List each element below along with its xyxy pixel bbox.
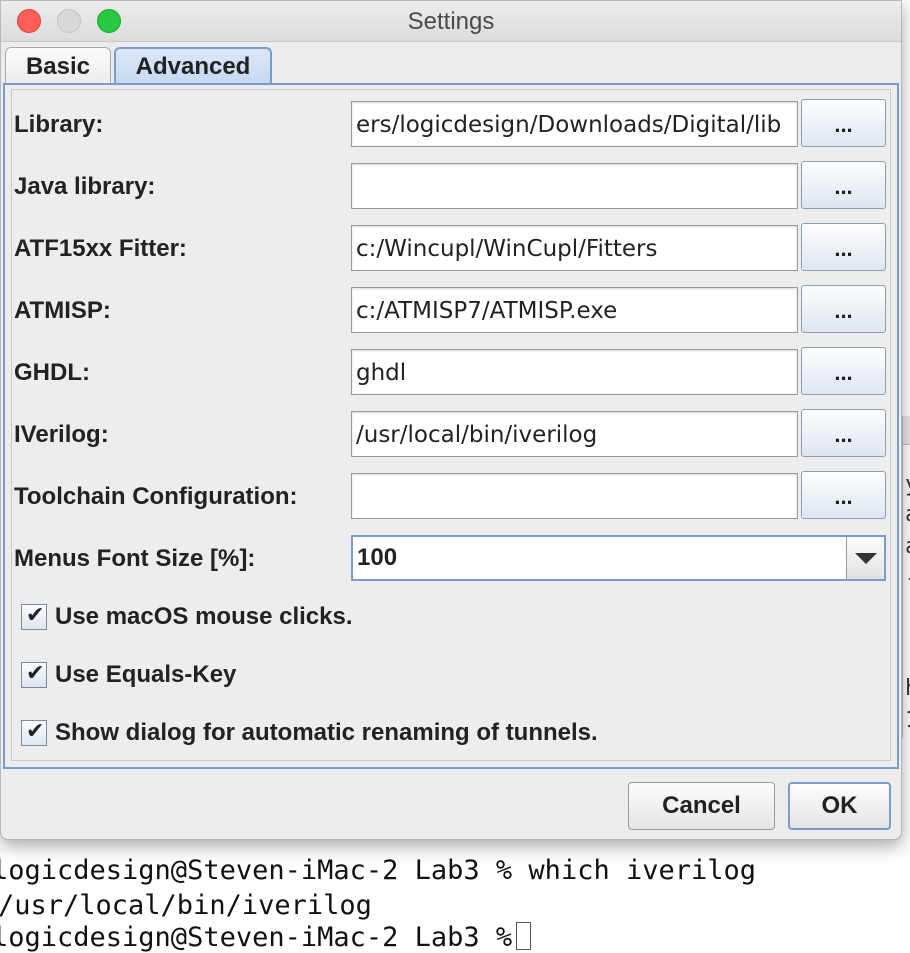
background-text-fragment: a (905, 534, 910, 559)
iverilog-label: IVerilog: (14, 421, 109, 448)
atmisp-field[interactable]: c:/ATMISP7/ATMISP.exe (351, 287, 798, 333)
cancel-button[interactable]: Cancel (628, 782, 775, 830)
window-title: Settings (407, 8, 495, 35)
menus-font-size-combobox[interactable]: 100 (351, 535, 886, 581)
ghdl-browse-button[interactable]: ... (801, 347, 886, 395)
toolchain-configuration-label: Toolchain Configuration: (14, 483, 298, 510)
atf15xx-fitter-browse-button[interactable]: ... (801, 223, 886, 271)
terminal-line-command: logicdesign@Steven-iMac-2 Lab3 % which i… (0, 855, 757, 886)
java-library-field[interactable] (351, 163, 798, 209)
background-text-fragment: a (905, 502, 910, 527)
background-text-fragment: - (905, 566, 910, 591)
tab-basic[interactable]: Basic (5, 47, 111, 85)
tunnel-rename-dialog-option[interactable]: ✔ Show dialog for automatic renaming of … (21, 719, 598, 747)
background-text-fragment: y (905, 472, 910, 497)
macos-mouse-clicks-option[interactable]: ✔ Use macOS mouse clicks. (21, 603, 353, 631)
terminal-line-output: /usr/local/bin/iverilog (0, 890, 372, 921)
background-window-titlebar (903, 416, 910, 445)
background-text-fragment: 1 (905, 708, 910, 733)
checkmark-icon: ✔ (26, 661, 45, 686)
library-value: ers/logicdesign/Downloads/Digital/lib (356, 112, 782, 138)
terminal-cursor (516, 922, 532, 950)
settings-dialog: Settings Basic Advanced Library: ers/log… (0, 0, 902, 840)
toolchain-configuration-browse-button[interactable]: ... (801, 471, 886, 519)
ok-button[interactable]: OK (788, 782, 891, 830)
chevron-down-icon (855, 553, 877, 564)
java-library-label: Java library: (14, 173, 156, 200)
tab-advanced[interactable]: Advanced (114, 47, 272, 85)
library-browse-button[interactable]: ... (801, 99, 886, 147)
atmisp-label: ATMISP: (14, 297, 111, 324)
terminal-prompt-text: logicdesign@Steven-iMac-2 Lab3 % (0, 922, 513, 953)
atf15xx-fitter-label: ATF15xx Fitter: (14, 235, 187, 262)
equals-key-label: Use Equals-Key (55, 661, 237, 688)
iverilog-browse-button[interactable]: ... (801, 409, 886, 457)
macos-mouse-clicks-label: Use macOS mouse clicks. (55, 603, 353, 630)
ghdl-field[interactable]: ghdl (351, 349, 798, 395)
tunnel-rename-dialog-checkbox[interactable]: ✔ (21, 719, 47, 746)
iverilog-field[interactable]: /usr/local/bin/iverilog (351, 411, 798, 457)
tunnel-rename-dialog-label: Show dialog for automatic renaming of tu… (55, 719, 598, 746)
toolchain-configuration-field[interactable] (351, 473, 798, 519)
library-field[interactable]: ers/logicdesign/Downloads/Digital/lib (351, 101, 798, 147)
menus-font-size-value: 100 (357, 544, 398, 571)
checkmark-icon: ✔ (26, 719, 45, 744)
atf15xx-fitter-field[interactable]: c:/Wincupl/WinCupl/Fitters (351, 225, 798, 271)
background-text-fragment: h (905, 676, 910, 701)
equals-key-checkbox[interactable]: ✔ (21, 661, 47, 688)
checkmark-icon: ✔ (26, 603, 45, 628)
library-label: Library: (14, 111, 104, 138)
equals-key-option[interactable]: ✔ Use Equals-Key (21, 661, 236, 689)
atmisp-browse-button[interactable]: ... (801, 285, 886, 333)
java-library-browse-button[interactable]: ... (801, 161, 886, 209)
macos-mouse-clicks-checkbox[interactable]: ✔ (21, 603, 47, 630)
title-bar: Settings (1, 1, 901, 42)
menus-font-size-dropdown-button[interactable] (846, 537, 884, 579)
terminal-line-prompt: logicdesign@Steven-iMac-2 Lab3 % (0, 922, 532, 953)
menus-font-size-label: Menus Font Size [%]: (14, 545, 256, 572)
ghdl-label: GHDL: (14, 359, 90, 386)
background-window: y a a - h 1 (902, 416, 910, 738)
